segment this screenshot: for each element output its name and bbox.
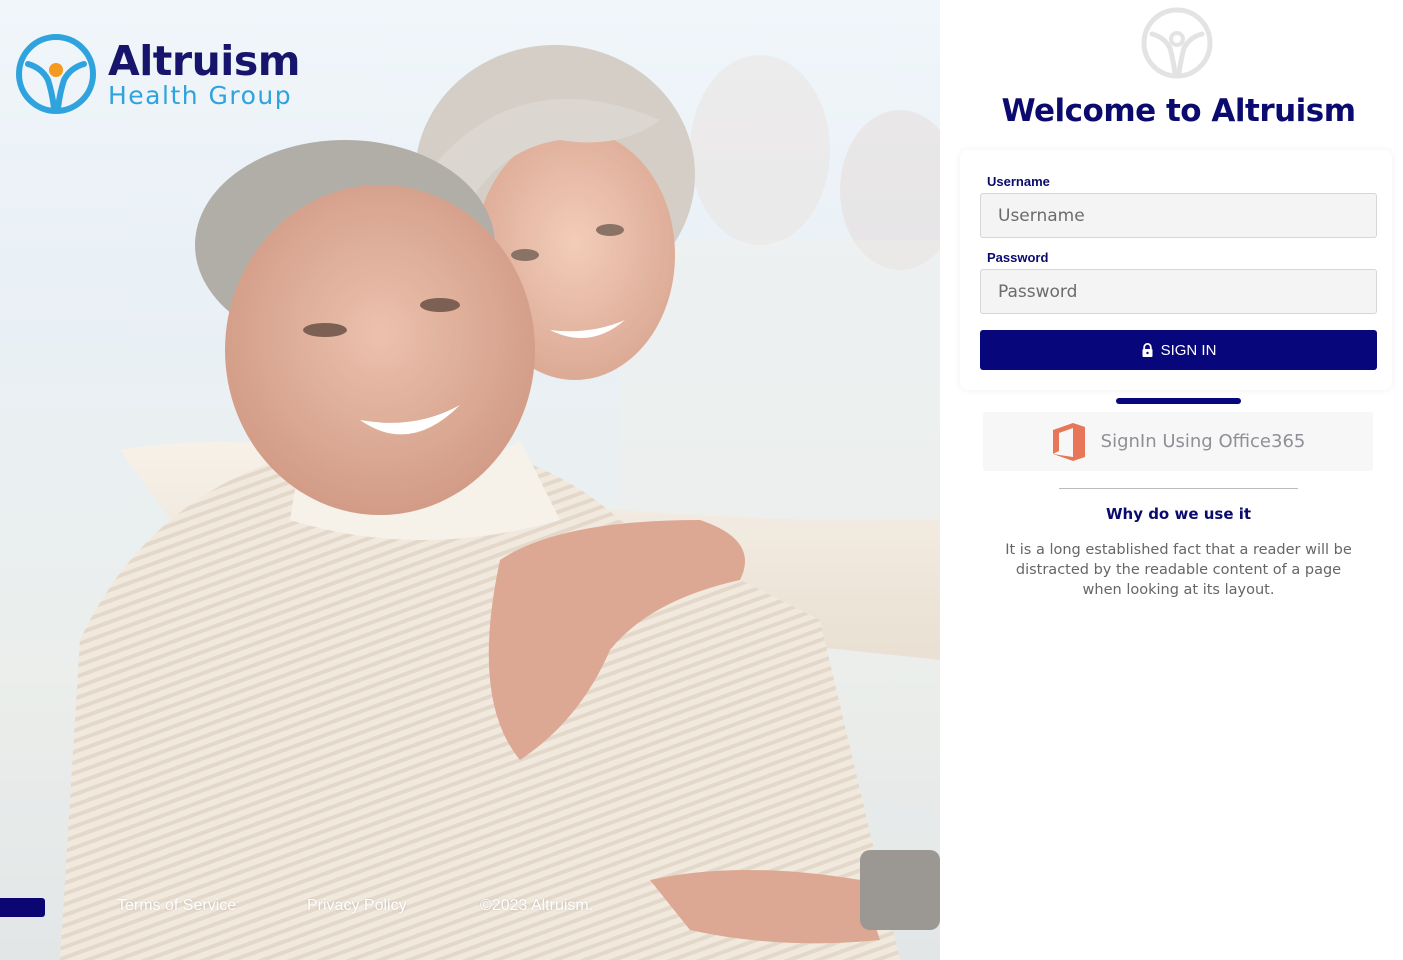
- welcome-title: Welcome to Altruism: [1001, 93, 1356, 129]
- copyright-text: ©2023 Altruism.: [480, 897, 594, 914]
- password-input[interactable]: [980, 269, 1377, 314]
- office365-signin-button[interactable]: SignIn Using Office365: [983, 412, 1373, 471]
- login-panel: Welcome to Altruism Username Password SI…: [940, 0, 1403, 960]
- info-title: Why do we use it: [1105, 505, 1252, 523]
- footer-accent-bar: [0, 898, 45, 917]
- altruism-logo-icon: [16, 34, 96, 114]
- password-label: Password: [987, 250, 1049, 265]
- hero-section: Altruism Health Group Terms of Service P…: [0, 0, 940, 960]
- brand-subtitle: Health Group: [108, 80, 293, 110]
- terms-of-service-link[interactable]: Terms of Service: [117, 897, 236, 915]
- office365-icon: [1052, 422, 1085, 461]
- divider: [1059, 488, 1298, 489]
- section-accent-bar: [1116, 398, 1241, 404]
- privacy-policy-link[interactable]: Privacy Policy: [307, 897, 407, 915]
- login-card: Username Password SIGN IN: [960, 150, 1392, 390]
- info-body: It is a long established fact that a rea…: [1005, 542, 1352, 598]
- sign-in-label: SIGN IN: [1160, 341, 1217, 359]
- username-input[interactable]: [980, 193, 1377, 238]
- sign-in-button[interactable]: SIGN IN: [980, 330, 1377, 370]
- brand-name: Altruism: [108, 36, 300, 85]
- hero-photo: [0, 0, 940, 960]
- username-label: Username: [987, 174, 1050, 189]
- brand-logo[interactable]: Altruism Health Group: [14, 32, 300, 116]
- altruism-watermark-icon: [1141, 7, 1213, 79]
- office365-label: SignIn Using Office365: [1100, 431, 1306, 452]
- lock-icon: [1142, 343, 1153, 357]
